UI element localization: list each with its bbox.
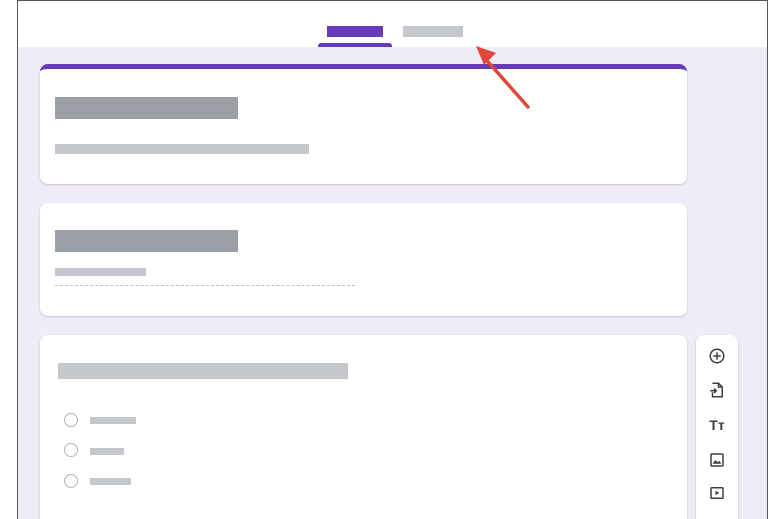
question-title-placeholder[interactable] (55, 230, 238, 252)
radio-option-2[interactable] (64, 443, 78, 457)
add-circle-icon (709, 348, 725, 364)
question-card-multiple-choice[interactable] (40, 335, 687, 519)
tab-questions-active-indicator (318, 43, 392, 47)
annotation-arrow-icon (476, 46, 530, 109)
video-icon (710, 487, 724, 499)
add-video-button[interactable] (705, 481, 729, 505)
form-title-placeholder[interactable] (55, 97, 238, 119)
tab-responses[interactable] (403, 26, 463, 37)
tab-questions-label-placeholder (327, 26, 383, 37)
floating-toolbar: Tт (696, 335, 738, 519)
question-card[interactable] (40, 203, 687, 316)
title-text-icon: Tт (709, 417, 725, 433)
image-icon (710, 453, 724, 467)
import-questions-button[interactable] (705, 378, 729, 402)
form-editor-window: Tт (17, 0, 768, 519)
import-question-icon (710, 382, 723, 398)
tab-questions[interactable] (318, 26, 392, 49)
option-2-label-placeholder (90, 448, 124, 455)
short-answer-underline (55, 285, 355, 286)
option-3-label-placeholder (90, 478, 131, 485)
top-tab-bar (18, 1, 767, 47)
add-image-button[interactable] (705, 448, 729, 472)
form-title-card[interactable] (40, 64, 687, 184)
short-answer-placeholder (55, 268, 146, 276)
question-title-placeholder[interactable] (58, 363, 348, 379)
radio-option-3[interactable] (64, 474, 78, 488)
option-1-label-placeholder (90, 417, 136, 424)
form-description-placeholder[interactable] (55, 144, 309, 154)
add-question-button[interactable] (705, 344, 729, 368)
add-title-button[interactable]: Tт (705, 413, 729, 437)
radio-option-1[interactable] (64, 413, 78, 427)
